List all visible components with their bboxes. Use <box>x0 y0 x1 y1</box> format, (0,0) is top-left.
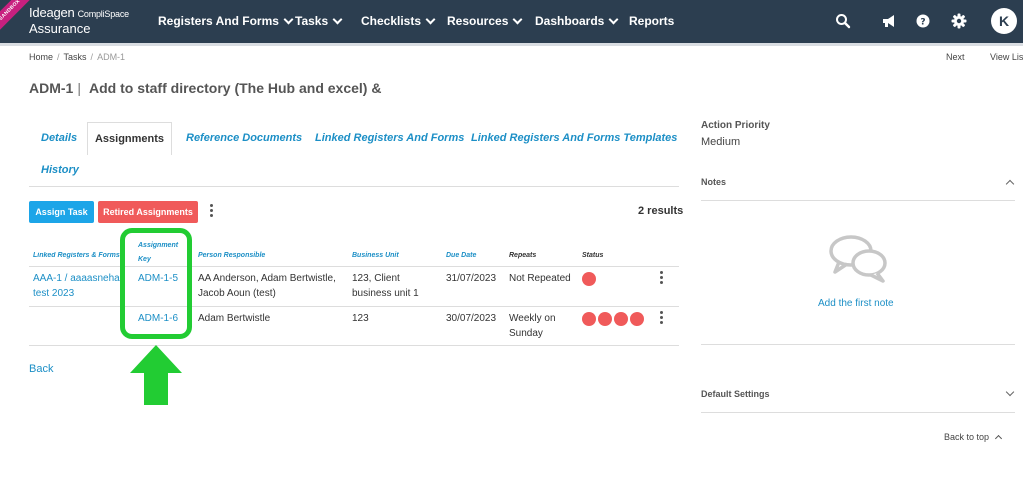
more-options-icon[interactable] <box>210 204 213 219</box>
page-title: ADM-1 | Add to staff directory (The Hub an… <box>29 80 381 96</box>
chevron-up-icon <box>994 434 1003 443</box>
due-date: 31/07/2023 <box>446 273 497 284</box>
repeats: Not Repeated <box>509 273 571 284</box>
status-dot <box>582 312 596 326</box>
chevron-up-icon[interactable] <box>1005 179 1015 189</box>
column-header-status: Status <box>582 252 604 259</box>
notes-header[interactable]: Notes <box>701 177 726 187</box>
logo-product: Assurance <box>29 21 91 36</box>
chevron-down-icon <box>608 14 619 24</box>
nav-reports[interactable]: Reports <box>629 14 674 28</box>
svg-text:?: ? <box>920 18 925 28</box>
row-actions-icon[interactable] <box>660 271 663 286</box>
column-header-repeats: Repeats <box>509 252 537 259</box>
back-to-top-label: Back to top <box>944 432 990 442</box>
tabs-divider <box>29 186 679 187</box>
column-header-due-date[interactable]: Due Date <box>446 252 476 259</box>
nav-dashboards[interactable]: Dashboards <box>535 14 619 28</box>
column-header-linked[interactable]: Linked Registers & Forms <box>33 252 120 259</box>
logo-brand: Ideagen <box>29 5 75 20</box>
arrow-up-icon <box>130 345 182 405</box>
nav-label: Reports <box>629 14 675 28</box>
tab-reference-documents[interactable]: Reference Documents <box>186 132 302 144</box>
task-key: ADM-1 <box>29 80 74 96</box>
task-title: Add to staff directory (The Hub and exce… <box>88 80 382 96</box>
person-responsible: AA Anderson, Adam Bertwistle, Jacob Aoun… <box>198 273 336 299</box>
add-first-note-link[interactable]: Add the first note <box>818 298 894 309</box>
action-priority-label: Action Priority <box>701 120 770 131</box>
highlight-box <box>120 228 192 339</box>
action-priority-value: Medium <box>701 136 741 148</box>
tab-linked-registers[interactable]: Linked Registers And Forms <box>315 132 464 144</box>
status-indicators <box>582 312 652 326</box>
nav-tasks[interactable]: Tasks <box>295 14 343 28</box>
default-settings-divider <box>701 412 1015 413</box>
app-logo[interactable]: Ideagen CompliSpace Assurance <box>29 5 130 37</box>
notes-divider <box>701 200 1015 201</box>
repeats: Weekly on Sunday <box>509 313 556 339</box>
title-separator: | <box>77 80 81 96</box>
nav-registers-and-forms[interactable]: Registers And Forms <box>158 14 294 28</box>
column-header-business-unit[interactable]: Business Unit <box>352 252 399 259</box>
status-dot <box>614 312 628 326</box>
due-date: 30/07/2023 <box>446 313 497 324</box>
gear-icon[interactable] <box>950 12 968 30</box>
notes-bottom-divider <box>701 344 1015 345</box>
tab-details[interactable]: Details <box>41 132 77 144</box>
table-bottom-divider <box>29 345 679 346</box>
assign-task-button[interactable]: Assign Task <box>29 201 94 223</box>
business-unit: 123, Client business unit 1 <box>352 273 419 299</box>
retired-assignments-button[interactable]: Retired Assignments <box>98 201 198 223</box>
nav-label: Dashboards <box>535 14 605 28</box>
nav-label: Registers And Forms <box>158 14 279 28</box>
chevron-down-icon <box>332 14 343 24</box>
nav-label: Checklists <box>361 14 422 28</box>
status-indicators <box>582 272 652 286</box>
help-icon[interactable]: ? <box>914 12 932 30</box>
tab-linked-templates[interactable]: Linked Registers And Forms Templates <box>471 132 677 144</box>
status-dot <box>598 312 612 326</box>
chevron-down-icon[interactable] <box>1005 387 1015 397</box>
breadcrumb: Home / Tasks / ADM-1 <box>29 52 126 62</box>
tab-assignments[interactable]: Assignments <box>87 122 172 155</box>
status-dot <box>582 272 596 286</box>
back-link[interactable]: Back <box>29 363 53 375</box>
tab-history[interactable]: History <box>41 164 79 176</box>
person-responsible: Adam Bertwistle <box>198 313 271 324</box>
chevron-down-icon <box>512 14 523 24</box>
view-list-link[interactable]: View List <box>990 52 1023 62</box>
logo-sub: CompliSpace <box>77 9 130 19</box>
breadcrumb-tasks[interactable]: Tasks <box>64 52 87 62</box>
chevron-down-icon <box>425 14 436 24</box>
linked-register-link[interactable]: AAA-1 / aaaasneha test 2023 <box>33 271 120 301</box>
status-dot <box>630 312 644 326</box>
nav-checklists[interactable]: Checklists <box>361 14 436 28</box>
nav-resources[interactable]: Resources <box>447 14 523 28</box>
results-count: 2 results <box>638 205 684 217</box>
breadcrumb-current: ADM-1 <box>97 52 126 62</box>
breadcrumb-home[interactable]: Home <box>29 52 53 62</box>
back-to-top-link[interactable]: Back to top <box>944 432 1003 443</box>
chat-bubbles-icon <box>829 235 887 283</box>
next-link[interactable]: Next <box>946 52 965 62</box>
business-unit: 123 <box>352 313 369 324</box>
chevron-down-icon <box>283 14 294 24</box>
user-avatar[interactable]: K <box>991 8 1017 34</box>
column-header-person[interactable]: Person Responsible <box>198 252 265 259</box>
megaphone-icon[interactable] <box>880 12 898 30</box>
nav-label: Tasks <box>295 14 329 28</box>
nav-label: Resources <box>447 14 509 28</box>
search-icon[interactable] <box>834 12 852 30</box>
default-settings-header[interactable]: Default Settings <box>701 389 770 399</box>
topbar-divider <box>0 43 1023 46</box>
row-actions-icon[interactable] <box>660 311 663 326</box>
